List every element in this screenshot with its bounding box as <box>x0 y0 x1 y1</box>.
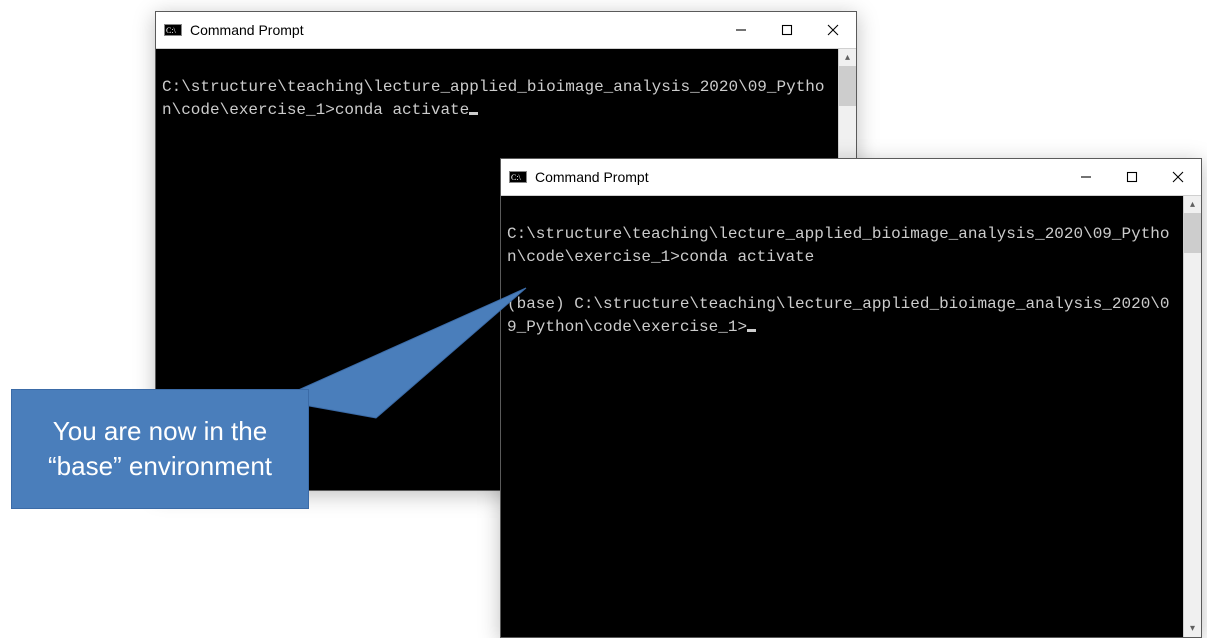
scroll-up-icon[interactable]: ▴ <box>1184 196 1201 213</box>
close-button[interactable] <box>810 12 856 48</box>
maximize-button[interactable] <box>1109 159 1155 195</box>
terminal-output[interactable]: C:\structure\teaching\lecture_applied_bi… <box>501 196 1183 637</box>
svg-text:C:\: C:\ <box>511 173 522 182</box>
scrollbar-thumb[interactable] <box>1184 213 1201 253</box>
window-title: Command Prompt <box>535 169 649 185</box>
scroll-down-icon[interactable]: ▾ <box>1184 620 1201 637</box>
callout-pointer <box>276 288 556 418</box>
window-title: Command Prompt <box>190 22 304 38</box>
cmd-icon: C:\ <box>509 168 527 186</box>
vertical-scrollbar[interactable]: ▴ ▾ <box>1183 196 1201 637</box>
scrollbar-thumb[interactable] <box>839 66 856 106</box>
terminal-text: C:\structure\teaching\lecture_applied_bi… <box>162 78 825 119</box>
scrollbar-track[interactable] <box>1184 213 1201 620</box>
scroll-up-icon[interactable]: ▴ <box>839 49 856 66</box>
titlebar[interactable]: C:\ Command Prompt <box>501 159 1201 196</box>
close-button[interactable] <box>1155 159 1201 195</box>
annotation-callout: You are now in the “base” environment <box>11 389 309 509</box>
callout-text: You are now in the “base” environment <box>30 414 290 484</box>
titlebar[interactable]: C:\ Command Prompt <box>156 12 856 49</box>
minimize-button[interactable] <box>1063 159 1109 195</box>
terminal-client-area: C:\structure\teaching\lecture_applied_bi… <box>501 196 1201 637</box>
command-prompt-window-2: C:\ Command Prompt C:\structure\teaching… <box>500 158 1202 638</box>
cmd-icon: C:\ <box>164 21 182 39</box>
svg-text:C:\: C:\ <box>166 26 177 35</box>
terminal-text: C:\structure\teaching\lecture_applied_bi… <box>507 225 1170 336</box>
cursor <box>747 329 756 332</box>
maximize-button[interactable] <box>764 12 810 48</box>
cursor <box>469 112 478 115</box>
minimize-button[interactable] <box>718 12 764 48</box>
